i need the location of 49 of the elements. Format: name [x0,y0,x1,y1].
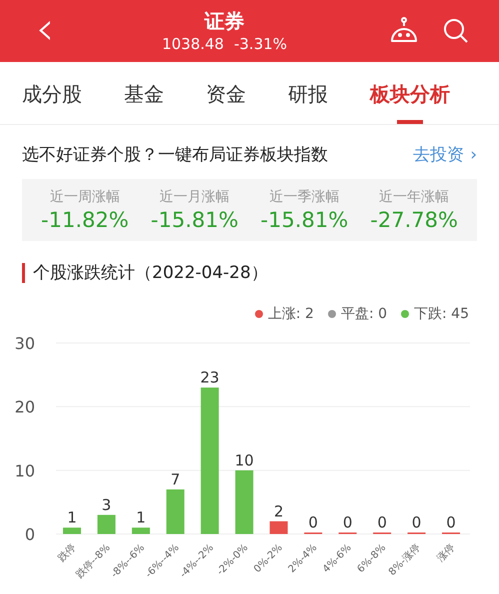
bar-value-label: 7 [170,470,180,488]
stat-label: 近一季涨幅 [269,188,340,206]
stat-value: -15.81% [150,206,238,232]
axis-tick-label: 30 [14,334,35,353]
bar [235,470,254,534]
index-change: -3.31% [234,34,288,54]
search-icon[interactable] [443,18,469,44]
legend-label: 平盘: 0 [340,304,388,324]
stat-label: 近一周涨幅 [50,188,120,206]
bar-value-label: 0 [412,514,422,532]
page-title: 证券 [204,8,244,34]
stat-value: -11.82% [41,206,129,232]
bar [63,528,81,534]
stat-value: -15.81% [260,206,348,232]
axis-tick-label: 10 [14,461,35,480]
bar-value-label: 0 [377,514,387,532]
bar-value-label: 23 [200,368,220,387]
stat-label: 近一月涨幅 [160,188,230,206]
axis-tick-label: 20 [14,398,35,417]
tab[interactable]: 资金 [206,80,246,124]
stat-value: -27.78% [370,206,458,232]
section-marker [22,263,25,284]
promo-text: 选不好证券个股？一键布局证券板块指数 [22,144,328,167]
bar-value-label: 1 [67,508,77,527]
bar [97,514,116,534]
tab[interactable]: 成分股 [22,80,82,124]
category-label: 涨停 [435,542,458,564]
tab[interactable]: 研报 [288,80,328,124]
legend-label: 上涨: 2 [268,304,314,324]
bar-value-label: 2 [274,502,284,520]
bar-value-label: 10 [234,451,254,470]
stat-label: 近一年涨幅 [379,188,450,206]
bar [132,528,150,534]
tab[interactable]: 基金 [124,80,164,124]
bar-value-label: 3 [102,496,112,514]
bar-value-label: 0 [308,514,318,532]
bar-value-label: 0 [446,514,456,532]
back-button[interactable]: ‹ [30,5,60,51]
tab[interactable]: 板块分析 [370,80,450,124]
axis-tick-label: 0 [24,525,35,544]
bar-value-label: 1 [136,508,146,527]
index-price: 1038.48 [162,34,224,54]
legend-label: 下跌: 45 [414,304,469,324]
category-label: 跌停 [56,542,78,564]
bar [270,521,288,534]
section-title: 个股涨跌统计（2022-04-28） [33,262,268,284]
bar-value-label: 0 [342,514,352,532]
bar [166,489,184,534]
robot-icon[interactable] [389,17,419,45]
